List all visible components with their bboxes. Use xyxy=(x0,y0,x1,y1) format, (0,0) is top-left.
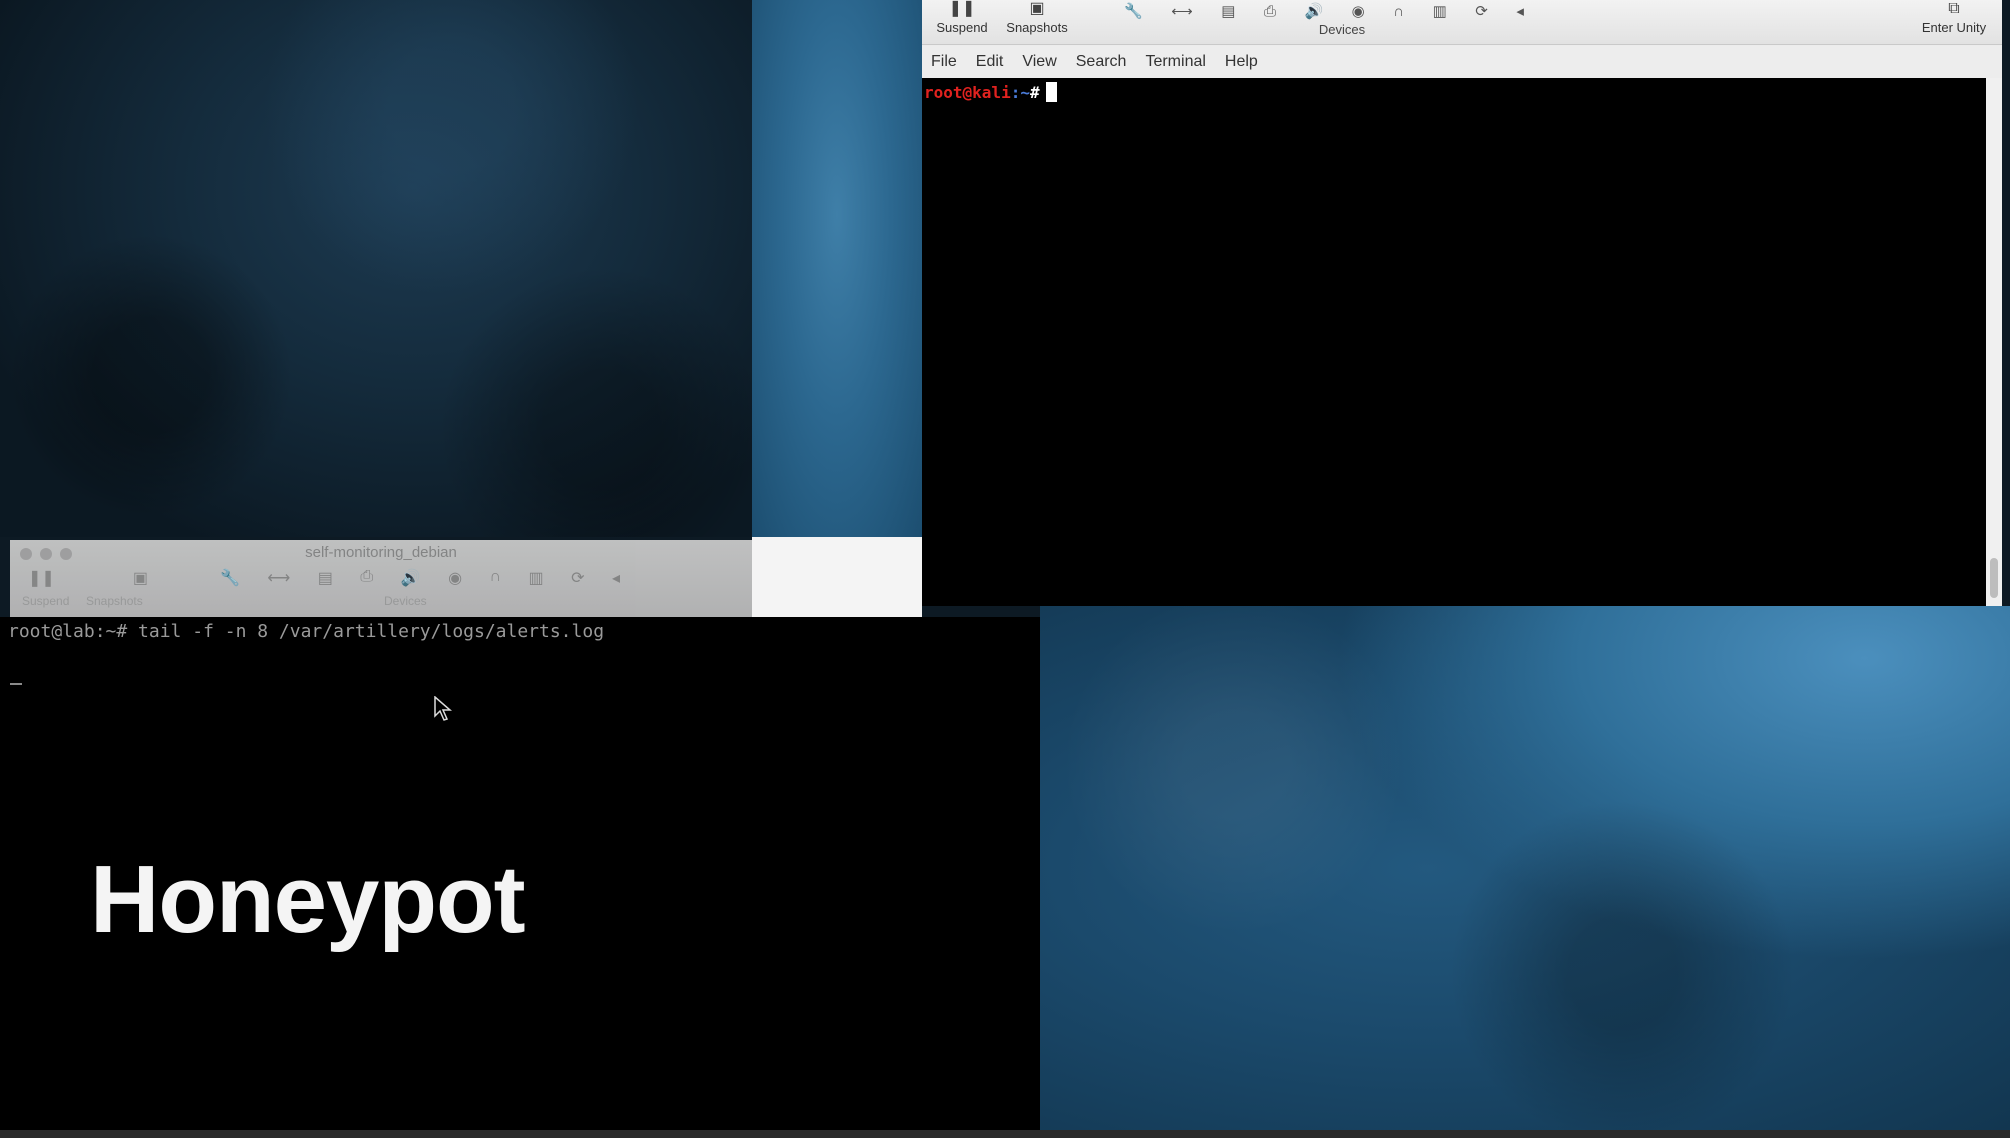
devices-label: Devices xyxy=(1318,22,1366,37)
settings-wrench-icon[interactable]: 🔧 xyxy=(220,568,240,592)
network-icon[interactable]: ⟷ xyxy=(1171,2,1193,20)
vm-toolbar: ❚❚ Suspend ▣ Snapshots 🔧 ⟷ ▤ ⎙ 🔊 ◉ ∩ ▥ ⟳… xyxy=(922,0,2002,45)
terminal-command-line: root@lab:~# tail -f -n 8 /var/artillery/… xyxy=(8,621,605,642)
debian-vm-titlebar: self-monitoring_debian ❚❚ ▣ 🔧 ⟷ ▤ ⎙ 🔊 ◉ … xyxy=(10,540,752,617)
camera-icon[interactable]: ◉ xyxy=(448,568,462,592)
camera-icon[interactable]: ◉ xyxy=(1352,2,1365,20)
hard-disk-icon[interactable]: ▤ xyxy=(1221,2,1235,20)
settings-wrench-icon[interactable]: 🔧 xyxy=(1124,2,1143,20)
kali-terminal[interactable]: root@kali:~# xyxy=(922,78,1986,606)
menu-edit[interactable]: Edit xyxy=(976,53,1004,71)
pause-icon[interactable]: ❚❚ xyxy=(28,568,55,588)
snapshot-icon[interactable]: ▣ xyxy=(133,568,148,588)
snapshots-label: Snapshots xyxy=(86,594,143,608)
headphones-icon[interactable]: ∩ xyxy=(490,568,502,592)
usb-icon[interactable]: ▥ xyxy=(528,568,543,592)
snapshot-icon: ▣ xyxy=(1029,0,1045,17)
terminal-menubar: File Edit View Search Terminal Help xyxy=(922,46,2002,78)
shared-folder-icon[interactable]: ⟳ xyxy=(571,568,584,592)
menu-view[interactable]: View xyxy=(1022,53,1056,71)
headphones-icon[interactable]: ∩ xyxy=(1393,3,1404,20)
honeypot-caption: Honeypot xyxy=(90,846,526,953)
menu-terminal[interactable]: Terminal xyxy=(1145,53,1205,71)
terminal-prompt: root@kali:~# xyxy=(924,82,1057,102)
window-title: self-monitoring_debian xyxy=(305,544,457,561)
text-cursor xyxy=(1045,82,1057,102)
menu-search[interactable]: Search xyxy=(1076,53,1127,71)
menu-file[interactable]: File xyxy=(931,53,957,71)
debian-primary-tools: ❚❚ ▣ xyxy=(28,568,148,588)
snapshots-button[interactable]: ▣ Snapshots xyxy=(996,0,1078,35)
suspend-label: Suspend xyxy=(22,594,70,608)
prompt-user-host: root@kali xyxy=(924,83,1011,102)
devices-toolbar: 🔧 ⟷ ▤ ⎙ 🔊 ◉ ∩ ▥ ⟳ ◂ xyxy=(1124,0,1524,22)
desktop-gap xyxy=(752,537,922,617)
enter-unity-button[interactable]: ⧉ Enter Unity xyxy=(1912,0,1996,35)
desktop-wallpaper-bottom-right xyxy=(1040,606,2010,1130)
printer-icon[interactable]: ⎙ xyxy=(1264,3,1276,20)
kali-vm-window: ❚❚ Suspend ▣ Snapshots 🔧 ⟷ ▤ ⎙ 🔊 ◉ ∩ ▥ ⟳… xyxy=(922,0,2002,606)
suspend-button[interactable]: ❚❚ Suspend xyxy=(932,0,992,35)
debian-devices-toolbar: 🔧 ⟷ ▤ ⎙ 🔊 ◉ ∩ ▥ ⟳ ◂ xyxy=(220,568,620,592)
collapse-arrow-icon[interactable]: ◂ xyxy=(612,568,620,592)
sound-icon[interactable]: 🔊 xyxy=(1304,2,1323,20)
prompt-symbol: # xyxy=(1029,83,1040,102)
prompt-path: :~ xyxy=(1010,83,1030,102)
desktop-wallpaper-top-left xyxy=(0,0,752,537)
printer-icon[interactable]: ⎙ xyxy=(360,568,373,592)
sound-icon[interactable]: 🔊 xyxy=(401,568,421,592)
shared-folder-icon[interactable]: ⟳ xyxy=(1475,2,1488,20)
unity-icon: ⧉ xyxy=(1948,0,1960,17)
text-cursor xyxy=(10,683,22,685)
collapse-arrow-icon[interactable]: ◂ xyxy=(1516,2,1524,20)
pause-icon: ❚❚ xyxy=(948,0,976,17)
menu-help[interactable]: Help xyxy=(1225,53,1258,71)
bottom-strip xyxy=(0,1130,2010,1138)
desktop-wallpaper-strip xyxy=(752,0,922,537)
terminal-scrollbar[interactable] xyxy=(1986,78,2002,606)
hard-disk-icon[interactable]: ▤ xyxy=(318,568,333,592)
usb-icon[interactable]: ▥ xyxy=(1433,2,1447,20)
network-icon[interactable]: ⟷ xyxy=(267,568,290,592)
devices-label: Devices xyxy=(384,594,427,608)
mouse-pointer-icon xyxy=(434,696,452,721)
